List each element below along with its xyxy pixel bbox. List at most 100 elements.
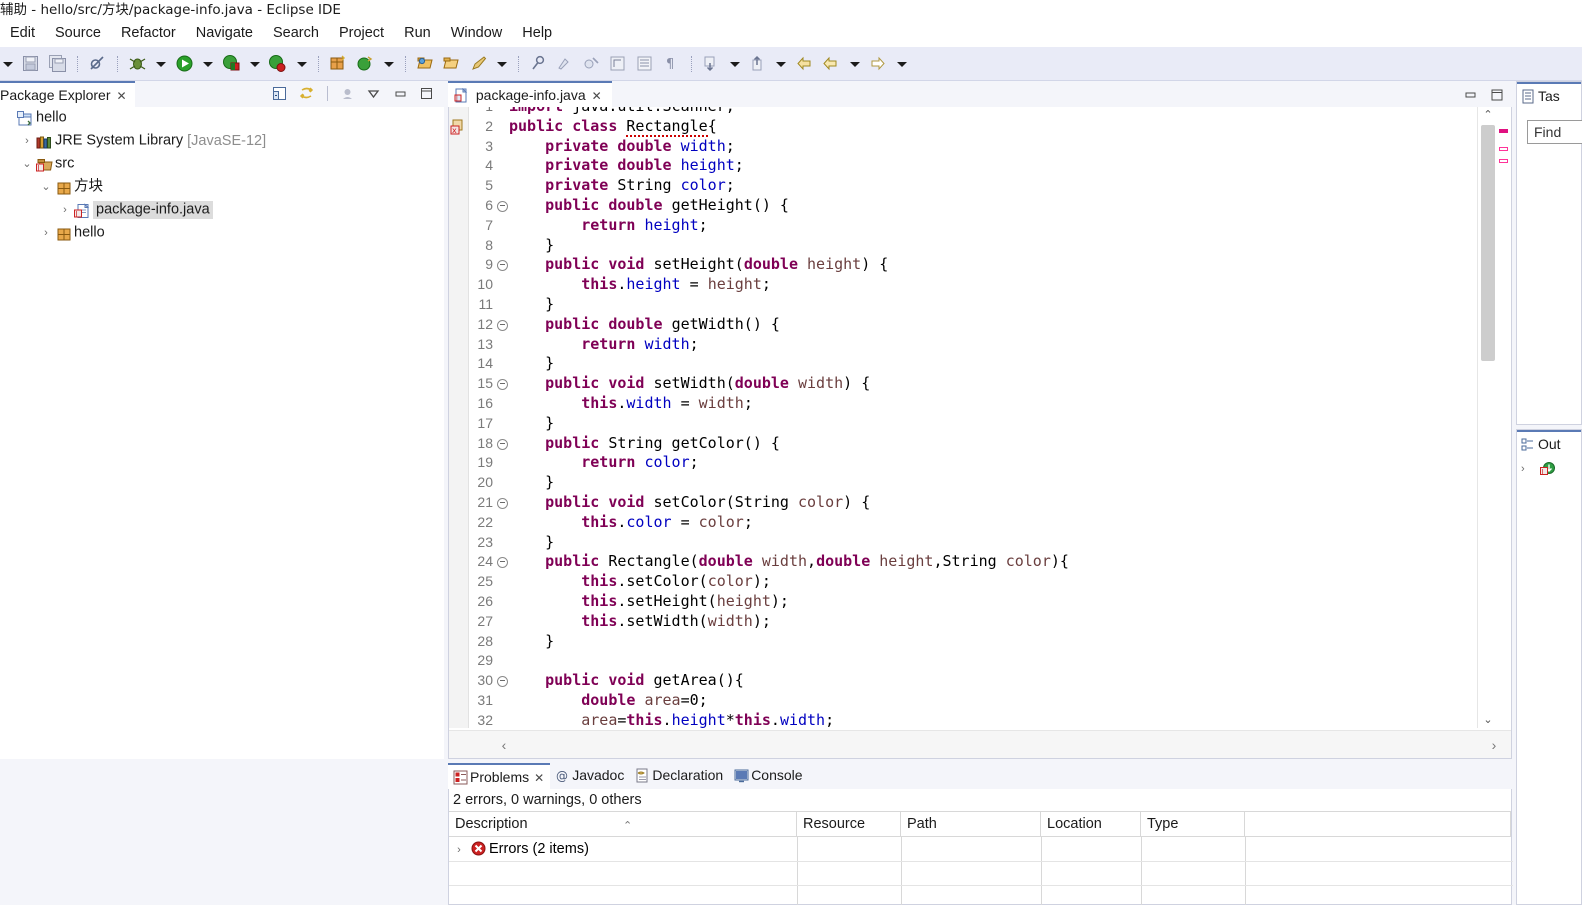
back-icon[interactable] [820,47,842,80]
code-line[interactable]: 12 public double getWidth() { [449,315,1477,335]
link-editor-icon[interactable] [581,47,603,80]
previous-annotation-icon[interactable] [747,47,769,80]
back-dropdown-arrow-icon[interactable] [847,47,863,80]
code-line[interactable]: 27 this.setWidth(width); [449,612,1477,632]
pin-icon[interactable] [528,47,550,80]
tree-item-src[interactable]: ⌄ Jsrc [0,153,444,176]
scroll-left-icon[interactable]: ‹ [495,736,513,754]
last-edit-location-icon[interactable] [794,47,816,80]
pilcrow-icon[interactable]: ¶ [660,47,682,80]
code-line[interactable]: 10 this.height = height; [449,275,1477,295]
save-icon[interactable] [20,47,42,80]
tree-item-JRE System Library[interactable]: › JRE System Library [JavaSE-12] [0,130,444,153]
tab-declaration[interactable]: Declaration [630,763,729,789]
link-with-editor-icon[interactable] [296,84,318,104]
tree-item-package-info.java[interactable]: › Jpackage-info.java [0,199,444,222]
view-menu-icon[interactable] [363,84,385,104]
new-java-project-icon[interactable] [328,47,350,80]
source-code[interactable]: 1 import java.util.Scanner;x2public class… [449,107,1477,728]
vertical-scroll-thumb[interactable] [1481,125,1495,361]
code-line[interactable]: 32 area=this.height*this.width; [449,711,1477,728]
tab-console[interactable]: Console [729,763,808,789]
run-dropdown-arrow-icon[interactable] [200,47,216,80]
outline-item[interactable]: › J [1517,456,1581,480]
overview-marker[interactable] [1499,129,1508,133]
open-type-icon[interactable] [415,47,437,80]
new-element-dropdown-arrow-icon[interactable] [381,47,397,80]
profile-dropdown-arrow-icon[interactable] [294,47,310,80]
expand-twisty-icon[interactable]: › [38,222,54,245]
problems-row[interactable]: › Errors (2 items) [449,837,1511,861]
tree-item-方块[interactable]: ⌄ 方块 [0,176,444,199]
close-icon[interactable]: ✕ [117,89,127,103]
code-line[interactable]: 7 return height; [449,216,1477,236]
package-explorer-tree[interactable]: hello › JRE System Library [JavaSE-12] ⌄ Jsr… [0,107,444,759]
code-line[interactable]: 24 public Rectangle(double width,double … [449,552,1477,572]
menu-item-navigate[interactable]: Navigate [186,20,263,47]
tab-task-list[interactable]: Tas [1517,82,1581,108]
code-line[interactable]: 23 } [449,533,1477,553]
menu-item-source[interactable]: Source [45,20,111,47]
collapse-twisty-icon[interactable]: ⌄ [19,153,35,176]
scroll-right-icon[interactable]: › [1485,736,1503,754]
toggle-block-selection-icon[interactable] [634,47,656,80]
problems-table-header[interactable]: Description ⌃ Resource Path Location Type [449,811,1511,837]
overview-ruler[interactable] [1497,107,1511,728]
tab-problems[interactable]: Problems ✕ [448,763,551,789]
collapse-twisty-icon[interactable]: ⌄ [38,176,54,199]
open-resource-icon[interactable] [441,47,463,80]
scroll-down-icon[interactable]: ⌄ [1478,712,1498,728]
code-line[interactable]: 8 } [449,236,1477,256]
column-header-blank[interactable] [1245,812,1511,837]
code-line[interactable]: 15 public void setWidth(double width) { [449,374,1477,394]
code-line[interactable]: 30 public void getArea(){ [449,671,1477,691]
next-annotation-icon[interactable] [700,47,722,80]
code-line[interactable]: 19 return color; [449,453,1477,473]
tree-item-hello[interactable]: hello [0,107,444,130]
code-line[interactable]: 14 } [449,354,1477,374]
problems-table-rows[interactable]: › Errors (2 items) [449,837,1511,861]
menu-item-run[interactable]: Run [394,20,441,47]
new-element-icon[interactable] [354,47,376,80]
tab-package-info-java[interactable]: J package-info.java ✕ [448,81,612,107]
toggle-breakpoint-icon[interactable] [87,47,109,80]
code-line[interactable]: 29 [449,651,1477,671]
task-find-input[interactable]: Find [1527,120,1582,144]
close-icon[interactable]: ✕ [534,771,544,785]
debug-icon[interactable] [127,47,149,80]
forward-dropdown-arrow-icon[interactable] [894,47,910,80]
code-line[interactable]: 9 public void setHeight(double height) { [449,255,1477,275]
close-icon[interactable]: ✕ [592,89,602,103]
code-viewport[interactable]: 1 import java.util.Scanner;x2public class… [449,107,1477,728]
code-line[interactable]: 31 double area=0; [449,691,1477,711]
menu-item-search[interactable]: Search [263,20,329,47]
code-line[interactable]: 25 this.setColor(color); [449,572,1477,592]
expand-twisty-icon[interactable]: › [449,838,469,862]
menu-item-help[interactable]: Help [512,20,562,47]
minimize-icon[interactable] [1460,85,1482,103]
scroll-up-icon[interactable]: ⌃ [1478,107,1498,123]
code-line[interactable]: 20 } [449,473,1477,493]
tab-outline[interactable]: Out [1517,430,1581,456]
collapse-all-icon[interactable] [269,84,291,104]
code-line[interactable]: 4 private double height; [449,156,1477,176]
column-header-description[interactable]: Description ⌃ [449,812,797,837]
coverage-dropdown-arrow-icon[interactable] [247,47,263,80]
menu-item-window[interactable]: Window [441,20,513,47]
tree-item-hello[interactable]: › hello [0,222,444,245]
run-icon[interactable] [174,47,196,80]
column-header-resource[interactable]: Resource [797,812,901,837]
toolbar-overflow-arrow-icon[interactable] [0,47,16,80]
code-line[interactable]: 17 } [449,414,1477,434]
menu-item-refactor[interactable]: Refactor [111,20,186,47]
show-whitespace-icon[interactable] [607,47,629,80]
code-line[interactable]: 11 } [449,295,1477,315]
overview-marker[interactable] [1499,159,1508,163]
code-line[interactable]: 5 private String color; [449,176,1477,196]
expand-twisty-icon[interactable]: › [57,199,73,222]
editor-vertical-scrollbar[interactable]: ⌃ ⌄ [1477,107,1497,728]
open-task-icon[interactable] [468,47,490,80]
debug-dropdown-arrow-icon[interactable] [153,47,169,80]
code-line[interactable]: 18 public String getColor() { [449,434,1477,454]
tab-javadoc[interactable]: @ Javadoc [550,763,630,789]
